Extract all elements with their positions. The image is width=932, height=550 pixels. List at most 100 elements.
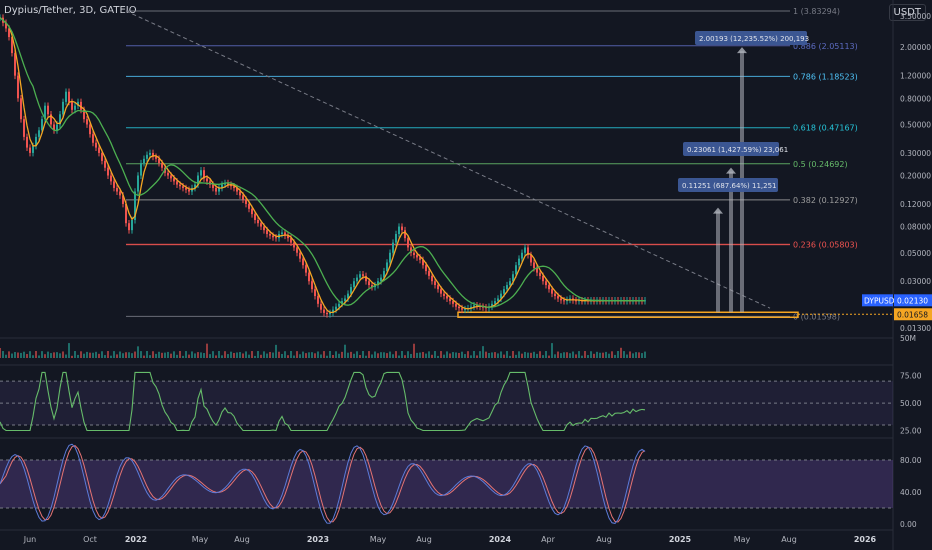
volume-bar <box>83 353 85 358</box>
volume-bar <box>449 353 451 358</box>
volume-bar <box>518 351 520 358</box>
candle-body <box>140 163 142 176</box>
rsi-tick-label: 25.00 <box>900 427 922 436</box>
volume-bar <box>275 344 277 358</box>
candle-body <box>245 199 247 204</box>
volume-bar <box>503 354 505 358</box>
stoch-band <box>0 460 893 508</box>
volume-bar <box>356 351 358 358</box>
target-arrow-shaft <box>716 211 720 313</box>
candle-body <box>353 281 355 288</box>
volume-bar <box>491 352 493 358</box>
volume-bar <box>116 354 118 358</box>
volume-bar <box>575 354 577 358</box>
candle-body <box>539 272 541 276</box>
candle-body <box>305 265 307 273</box>
volume-tick-label: 50M <box>900 334 916 343</box>
volume-bar <box>524 351 526 358</box>
volume-bar <box>566 352 568 358</box>
volume-bar <box>332 354 334 358</box>
candle-body <box>32 145 34 153</box>
candle-body <box>452 301 454 304</box>
price-tick-label: 0.08000 <box>900 223 931 232</box>
volume-bar <box>152 351 154 358</box>
volume-bar <box>350 351 352 358</box>
price-tick-label: 0.12000 <box>900 200 931 209</box>
candle-body <box>308 272 310 282</box>
volume-bar <box>161 352 163 358</box>
volume-bar <box>305 353 307 358</box>
candle-body <box>101 152 103 161</box>
candle-body <box>47 105 49 115</box>
volume-bar <box>104 355 106 358</box>
volume-bar <box>581 355 583 358</box>
volume-bar <box>110 355 112 358</box>
volume-bar <box>98 353 100 358</box>
candle-body <box>386 262 388 272</box>
volume-bar <box>122 353 124 358</box>
candle-body <box>104 160 106 168</box>
candle-body <box>359 274 361 278</box>
volume-bar <box>353 353 355 358</box>
target-arrow-shaft <box>729 171 733 313</box>
volume-bar <box>344 344 346 358</box>
volume-bar <box>377 353 379 358</box>
volume-bar <box>569 353 571 358</box>
price-tick-label: 0.01300 <box>900 324 931 333</box>
stoch-tick-label: 40.00 <box>900 488 922 497</box>
price-chart[interactable]: 3.50000 2.00000 1.20000 0.80000 0.50000 0.300… <box>0 0 932 550</box>
volume-bar <box>137 346 139 358</box>
fib-level-label: 0 (0.01598) <box>793 312 840 321</box>
volume-bar <box>602 352 604 358</box>
fib-level-label: 0.5 (0.24692) <box>793 160 848 169</box>
volume-bar <box>533 351 535 358</box>
volume-bar <box>47 351 49 358</box>
volume-bar <box>410 353 412 358</box>
volume-bar <box>308 352 310 358</box>
support-price-label: 0.01658 <box>897 310 928 319</box>
volume-bar <box>38 355 40 358</box>
candle-body <box>206 178 208 182</box>
volume-bar <box>383 352 385 358</box>
volume-bar <box>512 351 514 358</box>
time-tick-label: 2023 <box>307 535 329 544</box>
volume-bar <box>542 355 544 358</box>
candle-body <box>215 187 217 192</box>
volume-bar <box>8 351 10 358</box>
candle-body <box>272 235 274 238</box>
candle-body <box>560 298 562 301</box>
time-tick-label: 2022 <box>125 535 147 544</box>
volume-bar <box>80 351 82 358</box>
candle-body <box>437 285 439 290</box>
volume-bar <box>203 353 205 358</box>
candle-body <box>95 142 97 148</box>
volume-bar <box>338 353 340 358</box>
candle-body <box>464 309 466 311</box>
candle-body <box>545 281 547 286</box>
volume-bar <box>461 351 463 358</box>
volume-bar <box>5 354 7 358</box>
volume-bar <box>530 352 532 358</box>
volume-bar <box>479 351 481 358</box>
volume-bar <box>170 353 172 358</box>
volume-bar <box>107 351 109 358</box>
volume-bar <box>158 351 160 358</box>
candle-body <box>551 289 553 294</box>
target-arrow-head <box>726 167 736 174</box>
fib-level-label: 0.786 (1.18523) <box>793 72 858 81</box>
candle-body <box>29 147 31 153</box>
candle-body <box>563 300 565 302</box>
candle-body <box>518 258 520 266</box>
fib-236-highlight <box>126 243 790 246</box>
volume-bar <box>302 351 304 358</box>
volume-bar <box>113 351 115 358</box>
time-tick-label: 2024 <box>489 535 512 544</box>
volume-bar <box>23 351 25 358</box>
candle-body <box>404 230 406 239</box>
volume-bar <box>29 351 31 358</box>
candle-body <box>275 237 277 239</box>
price-tick-label: 1.20000 <box>900 72 931 81</box>
candle-body <box>146 154 148 159</box>
candle-body <box>416 255 418 258</box>
candle-body <box>128 223 130 231</box>
